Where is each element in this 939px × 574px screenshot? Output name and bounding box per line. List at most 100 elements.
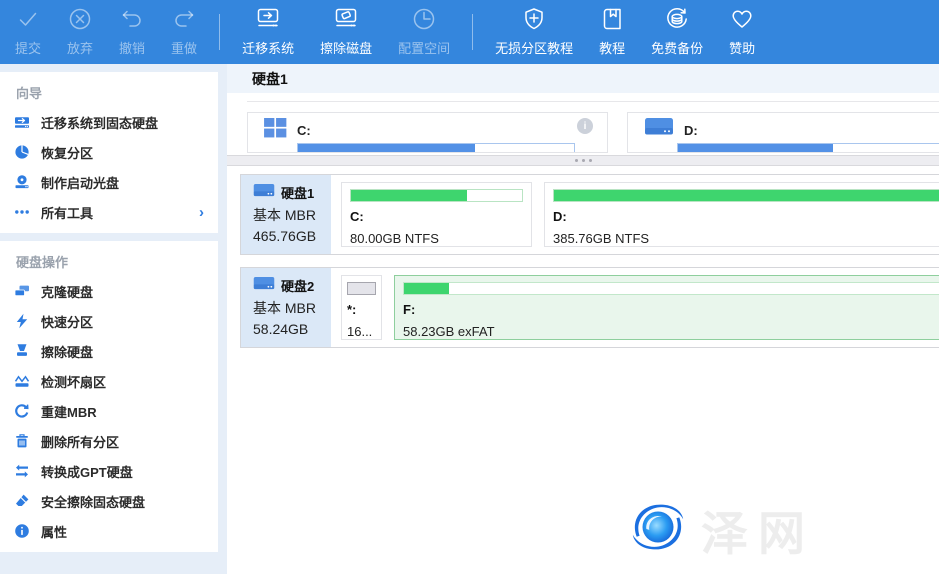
usage-bar — [677, 143, 939, 153]
book-icon — [599, 6, 625, 35]
migrate-system-button[interactable]: 迁移系统 — [229, 0, 307, 64]
sidebar-item-clone-disk[interactable]: 克隆硬盘 — [0, 276, 218, 306]
sidebar-item-convert-to-gpt[interactable]: 转换成GPT硬盘 — [0, 456, 218, 486]
used-space-bar — [553, 189, 939, 202]
redo-icon — [171, 6, 197, 35]
sidebar-item-check-bad-sectors[interactable]: 检测坏扇区 — [0, 366, 218, 396]
disk-type: 基本 MBR — [253, 298, 331, 318]
sidebar-item-label: 快速分区 — [41, 312, 93, 331]
usage-bar-fill — [678, 144, 833, 153]
toolbar: 提交 放弃 撤销 重做 迁移系统 擦除磁盘 配置空间 无损分区教程 教程 免费备… — [0, 0, 939, 64]
pie-chart-icon — [14, 144, 30, 160]
wipe-disk-button[interactable]: 擦除磁盘 — [307, 0, 385, 64]
tab-disk1[interactable]: 硬盘1 — [252, 69, 288, 89]
discard-button[interactable]: 放弃 — [54, 0, 106, 64]
toolbar-label: 无损分区教程 — [495, 38, 573, 57]
section-title: 向导 — [0, 72, 218, 107]
toolbar-label: 放弃 — [67, 38, 93, 57]
sidebar-item-label: 制作启动光盘 — [41, 173, 119, 192]
used-space-fill — [404, 283, 449, 294]
partition-overview: C: i D: — [227, 102, 939, 155]
sidebar-item-make-bootable-media[interactable]: 制作启动光盘 — [0, 167, 218, 197]
overview-card-d[interactable]: D: — [627, 112, 939, 153]
info-circle-icon — [14, 523, 30, 539]
partition-detail: 16... — [347, 324, 376, 339]
sidebar-item-secure-erase-ssd[interactable]: 安全擦除固态硬盘 — [0, 486, 218, 516]
sidebar-section-wizard: 向导 迁移系统到固态硬盘 恢复分区 制作启动光盘 所有工具 › — [0, 72, 218, 233]
rebuild-refresh-icon — [14, 403, 30, 419]
watermark-logo-icon — [627, 496, 689, 563]
trash-icon — [14, 433, 30, 449]
partition-tutorial-button[interactable]: 无损分区教程 — [482, 0, 586, 64]
sidebar-item-recover-partition[interactable]: 恢复分区 — [0, 137, 218, 167]
allocate-space-button[interactable]: 配置空间 — [385, 0, 463, 64]
bootable-disc-icon — [14, 174, 30, 190]
toolbar-label: 配置空间 — [398, 38, 450, 57]
windows-logo-icon — [264, 118, 287, 143]
partition-list: *: 16... F: 58.23GB exFAT — [331, 268, 939, 347]
backup-database-icon — [664, 6, 690, 35]
drive-icon — [253, 276, 275, 295]
disk-name: 硬盘1 — [281, 183, 314, 202]
disk-row-2: 硬盘2 基本 MBR 58.24GB *: 16... — [240, 267, 939, 348]
free-backup-button[interactable]: 免费备份 — [638, 0, 716, 64]
sidebar-item-all-tools[interactable]: 所有工具 › — [0, 197, 218, 227]
sidebar: 向导 迁移系统到固态硬盘 恢复分区 制作启动光盘 所有工具 › 硬盘操作 — [0, 64, 218, 574]
sidebar-item-quick-partition[interactable]: 快速分区 — [0, 306, 218, 336]
partition-detail: 385.76GB NTFS — [553, 231, 939, 246]
redo-button[interactable]: 重做 — [158, 0, 210, 64]
sidebar-item-label: 所有工具 — [41, 203, 93, 222]
partition-d[interactable]: D: 385.76GB NTFS — [544, 182, 939, 247]
toolbar-label: 迁移系统 — [242, 38, 294, 57]
sidebar-item-rebuild-mbr[interactable]: 重建MBR — [0, 396, 218, 426]
used-space-fill — [351, 190, 467, 201]
sidebar-item-label: 克隆硬盘 — [41, 282, 93, 301]
partition-f-selected[interactable]: F: 58.23GB exFAT — [394, 275, 939, 340]
toolbar-label: 赞助 — [729, 38, 755, 57]
disk2-info-cell[interactable]: 硬盘2 基本 MBR 58.24GB — [241, 268, 331, 347]
overview-card-c[interactable]: C: i — [247, 112, 608, 153]
disk-size: 58.24GB — [253, 321, 331, 337]
partition-unallocated[interactable]: *: 16... — [341, 275, 382, 340]
disk-list: 硬盘1 基本 MBR 465.76GB C: 80.00GB NTFS — [227, 166, 939, 348]
shield-plus-icon — [521, 6, 547, 35]
disk-type: 基本 MBR — [253, 205, 331, 225]
drive-icon — [253, 183, 275, 202]
heart-icon — [729, 6, 755, 35]
clone-disk-icon — [14, 283, 30, 299]
usage-bar — [297, 143, 575, 153]
watermark-text: 泽网 — [701, 495, 815, 564]
drive-letter: D: — [684, 123, 698, 138]
undo-button[interactable]: 撤销 — [106, 0, 158, 64]
drive-icon — [644, 117, 674, 143]
partition-c[interactable]: C: 80.00GB NTFS — [341, 182, 532, 247]
lightning-icon — [14, 313, 30, 329]
splitter-handle[interactable] — [227, 155, 939, 166]
drive-eraser-icon — [333, 6, 359, 35]
sidebar-item-migrate-os-to-ssd[interactable]: 迁移系统到固态硬盘 — [0, 107, 218, 137]
sidebar-item-delete-all-partitions[interactable]: 删除所有分区 — [0, 426, 218, 456]
partition-list: C: 80.00GB NTFS D: 385.76GB NTFS — [331, 175, 939, 254]
disk1-info-cell[interactable]: 硬盘1 基本 MBR 465.76GB — [241, 175, 331, 254]
used-space-bar — [350, 189, 523, 202]
sidebar-item-properties[interactable]: 属性 — [0, 516, 218, 546]
drive-letter: C: — [297, 123, 311, 138]
usage-bar-fill — [298, 144, 475, 153]
info-icon[interactable]: i — [577, 118, 593, 134]
partition-letter: C: — [350, 209, 523, 224]
clock-icon — [411, 6, 437, 35]
donate-button[interactable]: 赞助 — [716, 0, 768, 64]
tutorial-button[interactable]: 教程 — [586, 0, 638, 64]
eraser-icon — [14, 493, 30, 509]
sidebar-item-label: 删除所有分区 — [41, 432, 119, 451]
sidebar-item-wipe-disk[interactable]: 擦除硬盘 — [0, 336, 218, 366]
sidebar-section-disk-operations: 硬盘操作 克隆硬盘 快速分区 擦除硬盘 检测坏扇区 重建MBR — [0, 241, 218, 552]
toolbar-separator — [219, 14, 220, 50]
used-space-fill — [554, 190, 939, 201]
toolbar-label: 免费备份 — [651, 38, 703, 57]
disk-row-1: 硬盘1 基本 MBR 465.76GB C: 80.00GB NTFS — [240, 174, 939, 255]
ellipsis-icon — [14, 204, 30, 220]
sidebar-item-label: 恢复分区 — [41, 143, 93, 162]
commit-button[interactable]: 提交 — [2, 0, 54, 64]
brush-icon — [14, 343, 30, 359]
